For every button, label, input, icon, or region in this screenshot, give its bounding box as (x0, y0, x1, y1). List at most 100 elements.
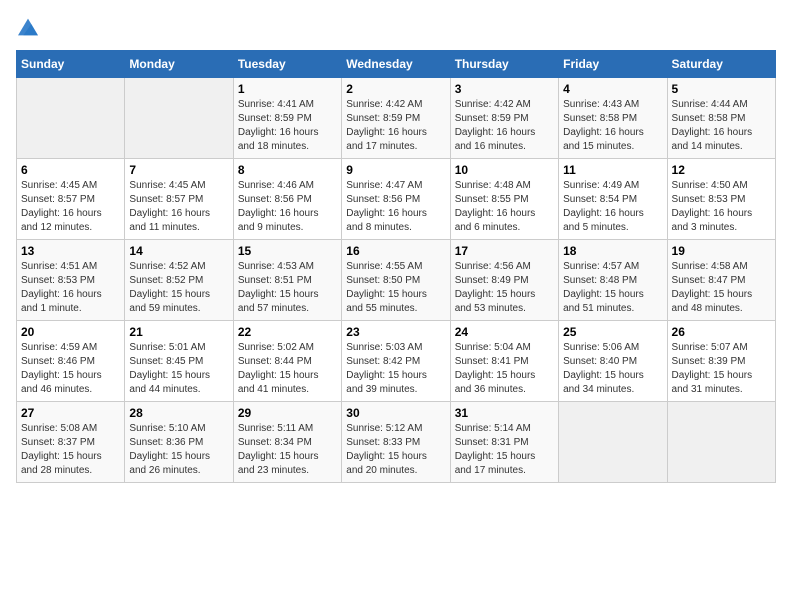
day-number: 16 (346, 244, 445, 258)
calendar-cell: 12 Sunrise: 4:50 AMSunset: 8:53 PMDayligh… (667, 158, 775, 239)
day-info: Sunrise: 4:59 AMSunset: 8:46 PMDaylight:… (21, 341, 120, 397)
day-number: 20 (21, 325, 120, 339)
day-number: 25 (563, 325, 662, 339)
calendar-cell (17, 77, 125, 158)
day-number: 10 (455, 163, 554, 177)
calendar-cell: 16 Sunrise: 4:55 AMSunset: 8:50 PMDayligh… (342, 239, 450, 320)
calendar-cell: 13 Sunrise: 4:51 AMSunset: 8:53 PMDayligh… (17, 239, 125, 320)
day-number: 2 (346, 82, 445, 96)
calendar-cell: 18 Sunrise: 4:57 AMSunset: 8:48 PMDayligh… (559, 239, 667, 320)
day-number: 19 (672, 244, 771, 258)
calendar-cell: 21 Sunrise: 5:01 AMSunset: 8:45 PMDayligh… (125, 320, 233, 401)
page-header (16, 16, 776, 38)
day-info: Sunrise: 4:58 AMSunset: 8:47 PMDaylight:… (672, 260, 771, 316)
day-number: 15 (238, 244, 337, 258)
day-info: Sunrise: 4:56 AMSunset: 8:49 PMDaylight:… (455, 260, 554, 316)
day-info: Sunrise: 4:48 AMSunset: 8:55 PMDaylight:… (455, 179, 554, 235)
calendar-cell: 7 Sunrise: 4:45 AMSunset: 8:57 PMDaylight… (125, 158, 233, 239)
calendar-week-row: 6 Sunrise: 4:45 AMSunset: 8:57 PMDaylight… (17, 158, 776, 239)
day-info: Sunrise: 4:41 AMSunset: 8:59 PMDaylight:… (238, 98, 337, 154)
day-of-week-header: Friday (559, 50, 667, 77)
day-number: 6 (21, 163, 120, 177)
day-info: Sunrise: 4:45 AMSunset: 8:57 PMDaylight:… (129, 179, 228, 235)
calendar-cell: 5Sunrise: 4:44 AMSunset: 8:58 PMDaylight… (667, 77, 775, 158)
day-number: 1 (238, 82, 337, 96)
calendar-table: SundayMondayTuesdayWednesdayThursdayFrid… (16, 50, 776, 483)
calendar-cell: 15 Sunrise: 4:53 AMSunset: 8:51 PMDayligh… (233, 239, 341, 320)
day-of-week-header: Tuesday (233, 50, 341, 77)
calendar-cell: 4Sunrise: 4:43 AMSunset: 8:58 PMDaylight… (559, 77, 667, 158)
calendar-cell: 6 Sunrise: 4:45 AMSunset: 8:57 PMDaylight… (17, 158, 125, 239)
day-number: 12 (672, 163, 771, 177)
day-number: 7 (129, 163, 228, 177)
day-info: Sunrise: 4:45 AMSunset: 8:57 PMDaylight:… (21, 179, 120, 235)
day-info: Sunrise: 5:11 AMSunset: 8:34 PMDaylight:… (238, 422, 337, 478)
calendar-cell: 25 Sunrise: 5:06 AMSunset: 8:40 PMDayligh… (559, 320, 667, 401)
day-info: Sunrise: 5:04 AMSunset: 8:41 PMDaylight:… (455, 341, 554, 397)
calendar-cell: 22Sunrise: 5:02 AMSunset: 8:44 PMDayligh… (233, 320, 341, 401)
day-info: Sunrise: 4:52 AMSunset: 8:52 PMDaylight:… (129, 260, 228, 316)
calendar-cell: 17 Sunrise: 4:56 AMSunset: 8:49 PMDayligh… (450, 239, 558, 320)
day-info: Sunrise: 4:47 AMSunset: 8:56 PMDaylight:… (346, 179, 445, 235)
day-info: Sunrise: 4:43 AMSunset: 8:58 PMDaylight:… (563, 98, 662, 154)
day-info: Sunrise: 5:03 AMSunset: 8:42 PMDaylight:… (346, 341, 445, 397)
day-info: Sunrise: 5:10 AMSunset: 8:36 PMDaylight:… (129, 422, 228, 478)
day-info: Sunrise: 4:51 AMSunset: 8:53 PMDaylight:… (21, 260, 120, 316)
day-number: 18 (563, 244, 662, 258)
calendar-cell (667, 401, 775, 482)
day-info: Sunrise: 5:07 AMSunset: 8:39 PMDaylight:… (672, 341, 771, 397)
calendar-cell (125, 77, 233, 158)
calendar-cell: 14 Sunrise: 4:52 AMSunset: 8:52 PMDayligh… (125, 239, 233, 320)
day-number: 17 (455, 244, 554, 258)
calendar-cell: 24 Sunrise: 5:04 AMSunset: 8:41 PMDayligh… (450, 320, 558, 401)
calendar-cell (559, 401, 667, 482)
day-number: 14 (129, 244, 228, 258)
calendar-week-row: 1 Sunrise: 4:41 AMSunset: 8:59 PMDaylight… (17, 77, 776, 158)
day-info: Sunrise: 5:08 AMSunset: 8:37 PMDaylight:… (21, 422, 120, 478)
calendar-header-row: SundayMondayTuesdayWednesdayThursdayFrid… (17, 50, 776, 77)
day-info: Sunrise: 4:49 AMSunset: 8:54 PMDaylight:… (563, 179, 662, 235)
day-of-week-header: Wednesday (342, 50, 450, 77)
calendar-cell: 11 Sunrise: 4:49 AMSunset: 8:54 PMDayligh… (559, 158, 667, 239)
day-info: Sunrise: 5:06 AMSunset: 8:40 PMDaylight:… (563, 341, 662, 397)
logo (16, 16, 38, 38)
day-number: 28 (129, 406, 228, 420)
day-info: Sunrise: 4:53 AMSunset: 8:51 PMDaylight:… (238, 260, 337, 316)
logo-icon (18, 17, 38, 37)
day-number: 13 (21, 244, 120, 258)
day-of-week-header: Saturday (667, 50, 775, 77)
calendar-cell: 8Sunrise: 4:46 AMSunset: 8:56 PMDaylight… (233, 158, 341, 239)
day-info: Sunrise: 4:42 AMSunset: 8:59 PMDaylight:… (346, 98, 445, 154)
calendar-cell: 1 Sunrise: 4:41 AMSunset: 8:59 PMDaylight… (233, 77, 341, 158)
day-number: 26 (672, 325, 771, 339)
calendar-week-row: 20 Sunrise: 4:59 AMSunset: 8:46 PMDayligh… (17, 320, 776, 401)
day-info: Sunrise: 5:01 AMSunset: 8:45 PMDaylight:… (129, 341, 228, 397)
calendar-week-row: 27Sunrise: 5:08 AMSunset: 8:37 PMDayligh… (17, 401, 776, 482)
day-of-week-header: Monday (125, 50, 233, 77)
day-info: Sunrise: 4:55 AMSunset: 8:50 PMDaylight:… (346, 260, 445, 316)
calendar-cell: 2 Sunrise: 4:42 AMSunset: 8:59 PMDaylight… (342, 77, 450, 158)
day-number: 29 (238, 406, 337, 420)
calendar-cell: 19 Sunrise: 4:58 AMSunset: 8:47 PMDayligh… (667, 239, 775, 320)
day-number: 11 (563, 163, 662, 177)
calendar-cell: 26 Sunrise: 5:07 AMSunset: 8:39 PMDayligh… (667, 320, 775, 401)
calendar-cell: 23Sunrise: 5:03 AMSunset: 8:42 PMDayligh… (342, 320, 450, 401)
day-number: 24 (455, 325, 554, 339)
calendar-cell: 29 Sunrise: 5:11 AMSunset: 8:34 PMDayligh… (233, 401, 341, 482)
calendar-cell: 28 Sunrise: 5:10 AMSunset: 8:36 PMDayligh… (125, 401, 233, 482)
day-number: 30 (346, 406, 445, 420)
day-number: 9 (346, 163, 445, 177)
day-number: 3 (455, 82, 554, 96)
day-of-week-header: Thursday (450, 50, 558, 77)
day-number: 8 (238, 163, 337, 177)
calendar-week-row: 13 Sunrise: 4:51 AMSunset: 8:53 PMDayligh… (17, 239, 776, 320)
day-number: 21 (129, 325, 228, 339)
day-info: Sunrise: 4:50 AMSunset: 8:53 PMDaylight:… (672, 179, 771, 235)
calendar-cell: 3Sunrise: 4:42 AMSunset: 8:59 PMDaylight… (450, 77, 558, 158)
day-of-week-header: Sunday (17, 50, 125, 77)
day-info: Sunrise: 4:57 AMSunset: 8:48 PMDaylight:… (563, 260, 662, 316)
calendar-cell: 31Sunrise: 5:14 AMSunset: 8:31 PMDayligh… (450, 401, 558, 482)
calendar-cell: 10 Sunrise: 4:48 AMSunset: 8:55 PMDayligh… (450, 158, 558, 239)
calendar-cell: 27Sunrise: 5:08 AMSunset: 8:37 PMDayligh… (17, 401, 125, 482)
day-info: Sunrise: 4:44 AMSunset: 8:58 PMDaylight:… (672, 98, 771, 154)
